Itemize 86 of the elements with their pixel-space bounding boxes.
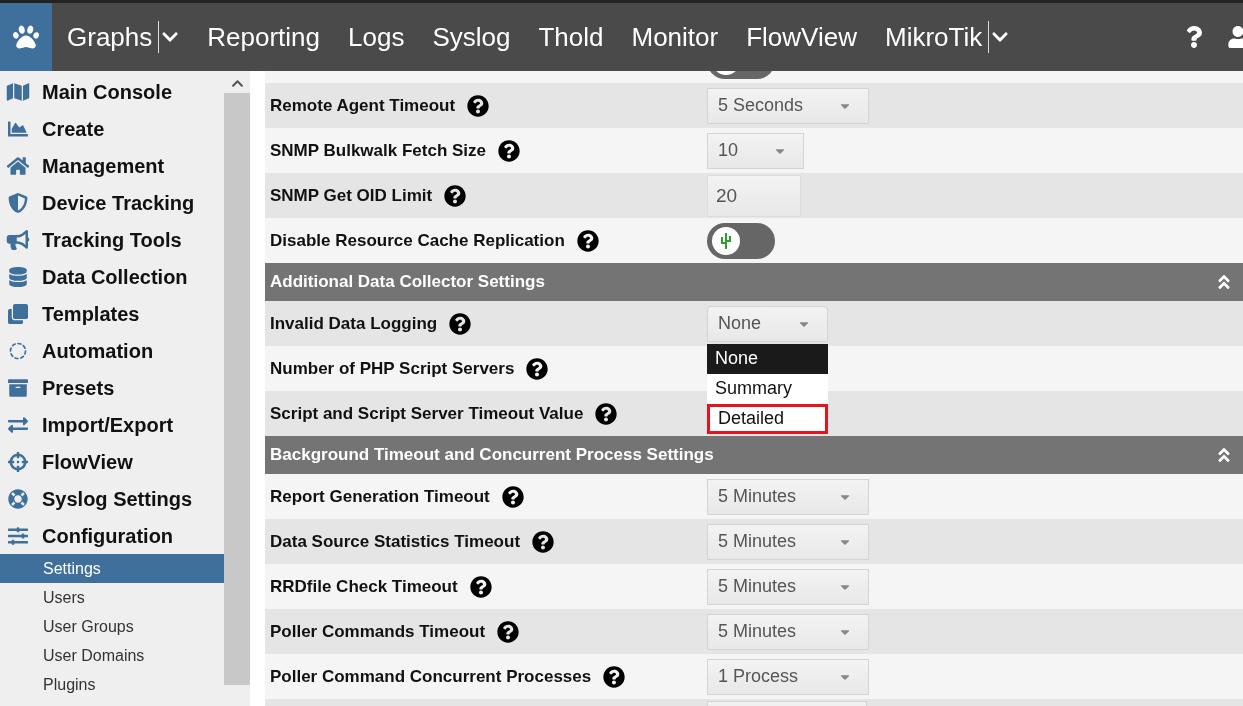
nav-menu-item[interactable]: Logs [348,21,405,53]
setting-label: Poller Commands Timeout [270,620,486,643]
help-icon[interactable] [497,620,520,643]
setting-label: Script and Script Server Timeout Value [270,402,584,425]
sidebar-submenu-item[interactable]: Plugins [0,670,224,699]
nav-menu-item[interactable]: Monitor [631,21,719,53]
select-dropdown[interactable]: None [707,305,828,342]
user-icon[interactable] [1227,26,1243,48]
section-header[interactable]: Additional Data Collector Settings [265,263,1243,301]
sidebar-menu-item[interactable]: Data Collection [0,258,224,295]
help-icon[interactable] [595,402,618,425]
database-icon [6,266,30,287]
sidebar-menu-item[interactable]: Main Console [0,73,224,110]
setting-label: SNMP Bulkwalk Fetch Size [270,139,487,162]
nav-menu-item[interactable]: Graphs [67,21,160,53]
logo-tile[interactable] [0,3,52,71]
section-title: Background Timeout and Concurrent Process Settings [270,444,714,467]
setting-label: Remote Agent Timeout [270,94,456,117]
map-icon [6,81,30,102]
sidebar-menu-item[interactable]: Templates [0,295,224,332]
select-dropdown[interactable]: 5 Minutes [707,523,869,560]
archive-icon [6,377,30,398]
shield-icon [6,192,30,213]
sidebar-menu-item[interactable]: Device Tracking [0,184,224,221]
nav-menu-item[interactable]: Syslog [432,21,511,53]
dropdown-option[interactable]: None [707,343,828,374]
sidebar-menu-item[interactable]: Syslog Settings [0,480,224,517]
sidebar-menu-item[interactable]: Management [0,147,224,184]
section-title: Additional Data Collector Settings [270,271,545,294]
sidebar-submenu-item[interactable]: Settings [0,554,224,583]
nav-menu-item[interactable]: MikroTik [884,21,990,53]
select-dropdown[interactable]: 1 Process [707,658,869,695]
cactus-icon [720,231,732,250]
sidebar-menu-item[interactable]: Automation [0,332,224,369]
help-icon[interactable] [526,357,549,380]
dropdown-option[interactable]: Detailed [707,403,828,434]
setting-label: Data Source Statistics Timeout [270,530,521,553]
life-ring-icon [6,488,30,509]
sidebar-menu-item[interactable]: Import/Export [0,406,224,443]
setting-label: Invalid Data Logging [270,312,438,335]
help-icon[interactable] [469,575,492,598]
setting-label: Poller Command Concurrent Processes [270,665,592,688]
exchange-arrows-icon [6,414,30,435]
sidebar-menu-item[interactable]: Configuration [0,517,224,554]
setting-label: Number of PHP Script Servers [270,357,515,380]
setting-label: RRDfile Check Timeout [270,575,458,598]
home-icon [6,155,30,176]
sidebar-menu-item[interactable]: Create [0,110,224,147]
nav-menu-item[interactable]: FlowView [746,21,857,53]
text-input[interactable]: 20 [707,174,801,217]
select-dropdown[interactable]: 5 Minutes [707,613,869,650]
setting-label: Report Generation Timeout [270,485,490,508]
scrollbar-thumb[interactable] [224,93,250,685]
help-icon[interactable] [576,229,599,252]
paw-icon [13,24,39,50]
select-dropdown[interactable]: 5 Seconds [707,87,869,124]
toggle-switch[interactable] [707,222,775,259]
nav-menu-item[interactable]: Reporting [207,21,320,53]
help-icon[interactable] [532,530,555,553]
sidebar-submenu-item[interactable]: Users [0,583,224,612]
select-dropdown[interactable]: 5 Minutes [707,568,869,605]
help-icon[interactable] [467,94,490,117]
sliders-icon [6,525,30,546]
scroll-up-icon[interactable] [230,77,244,90]
section-header[interactable]: Background Timeout and Concurrent Process Settings [265,436,1243,474]
setting-label: Disable Resource Cache Replication [270,229,565,252]
sidebar-submenu-item[interactable]: User Groups [0,612,224,641]
help-icon[interactable] [449,312,472,335]
crosshairs-icon [6,451,30,472]
collapse-icon[interactable] [1215,273,1233,291]
select-dropdown[interactable]: 10 [707,132,804,169]
help-icon[interactable] [501,485,524,508]
collapse-icon[interactable] [1215,446,1233,464]
sidebar-submenu-item[interactable]: User Domains [0,641,224,670]
help-icon[interactable] [444,184,467,207]
select-dropdown[interactable]: 5 Minutes [707,478,869,515]
stacked-squares-icon [6,303,30,324]
sidebar-menu-item[interactable]: Presets [0,369,224,406]
nav-menu-item[interactable]: Thold [538,21,604,53]
dropdown-option[interactable]: Summary [707,373,828,404]
help-icon[interactable] [498,139,521,162]
sidebar-menu-item[interactable]: FlowView [0,443,224,480]
sidebar-menu-item[interactable]: Tracking Tools [0,221,224,258]
setting-label: SNMP Get OID Limit [270,184,433,207]
help-icon[interactable] [603,665,626,688]
bullhorn-icon [6,229,30,250]
